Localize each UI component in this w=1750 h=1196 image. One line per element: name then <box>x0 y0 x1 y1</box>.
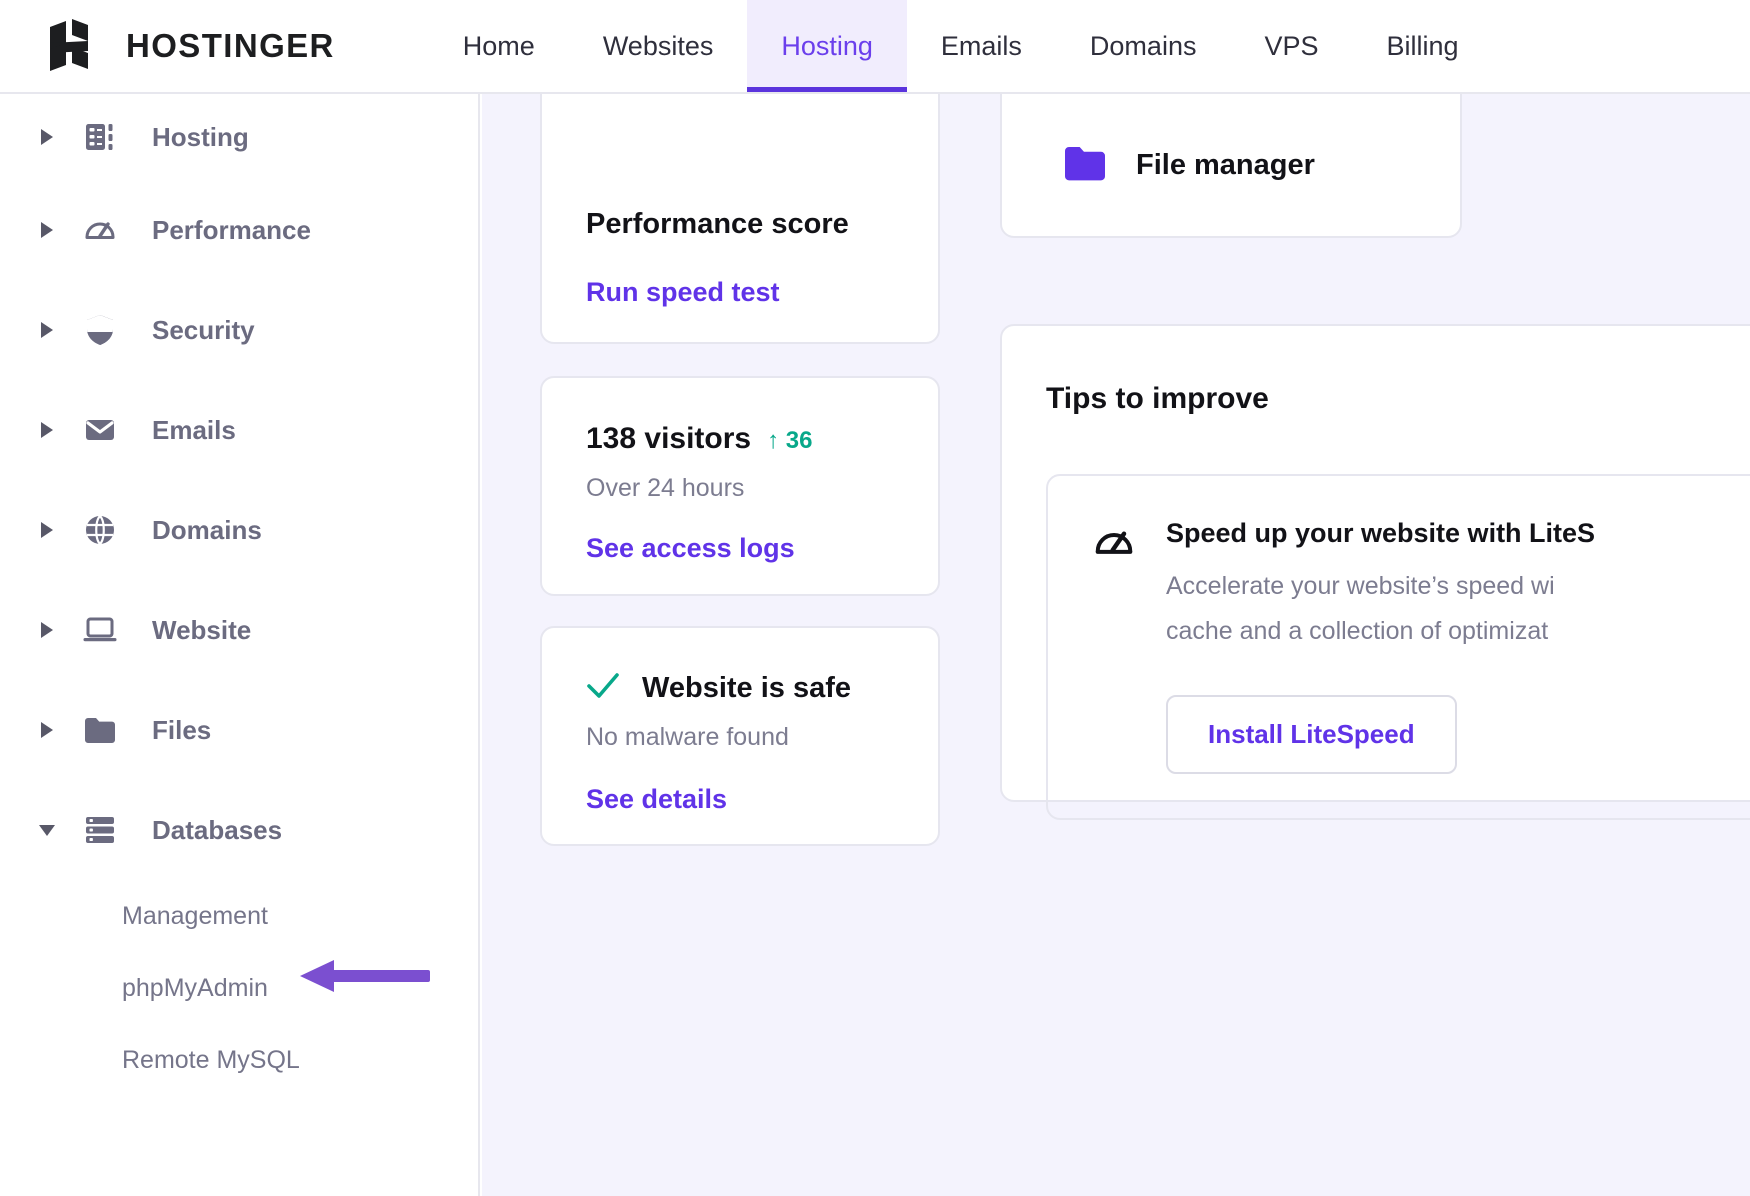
visitors-headline: 138 visitors ↑ 36 <box>586 422 894 456</box>
hostinger-hpanel-screen: HOSTINGER Home Websites Hosting Emails D… <box>0 0 1750 1196</box>
chevron-right-icon[interactable] <box>36 521 58 539</box>
sidebar-item-security[interactable]: Security <box>0 280 478 380</box>
run-speed-test-link[interactable]: Run speed test <box>586 277 894 308</box>
chevron-right-icon[interactable] <box>36 421 58 439</box>
website-safety-card: Website is safe No malware found See det… <box>540 626 940 846</box>
nav-item-hosting[interactable]: Hosting <box>747 0 907 92</box>
sidebar-item-performance[interactable]: Performance <box>0 180 478 280</box>
main-content: Performance score Run speed test 138 vis… <box>482 94 1750 1196</box>
sidebar: Hosting Performance <box>0 94 480 1196</box>
nav-item-websites[interactable]: Websites <box>569 0 748 92</box>
tip-body-line-1: Accelerate your website’s speed wi <box>1166 565 1595 608</box>
sidebar-item-files[interactable]: Files <box>0 680 478 780</box>
tip-text-block: Speed up your website with LiteS Acceler… <box>1166 518 1595 774</box>
sidebar-item-label-security: Security <box>152 315 255 346</box>
brand-logo[interactable]: HOSTINGER <box>0 0 363 92</box>
database-stack-icon <box>80 810 120 850</box>
sidebar-subitem-label-phpmyadmin: phpMyAdmin <box>122 974 268 1003</box>
sidebar-item-databases[interactable]: Databases <box>0 780 478 880</box>
see-details-link[interactable]: See details <box>586 784 894 815</box>
tips-to-improve-title: Tips to improve <box>1046 382 1750 416</box>
sidebar-subitem-phpmyadmin[interactable]: phpMyAdmin <box>0 952 478 1024</box>
sidebar-item-hosting[interactable]: Hosting <box>0 94 478 180</box>
performance-score-title: Performance score <box>586 208 894 241</box>
tip-item-litespeed: Speed up your website with LiteS Acceler… <box>1046 474 1750 820</box>
tip-body-line-2: cache and a collection of optimizat <box>1166 610 1595 653</box>
sidebar-item-emails[interactable]: Emails <box>0 380 478 480</box>
nav-item-vps[interactable]: VPS <box>1230 0 1352 92</box>
tip-header: Speed up your website with LiteS Acceler… <box>1092 518 1750 774</box>
chevron-right-icon[interactable] <box>36 721 58 739</box>
file-manager-row: File manager <box>1062 143 1315 188</box>
visitors-card: 138 visitors ↑ 36 Over 24 hours See acce… <box>540 376 940 596</box>
sidebar-item-label-databases: Databases <box>152 815 282 846</box>
see-access-logs-link[interactable]: See access logs <box>586 533 894 564</box>
file-manager-title: File manager <box>1136 149 1315 182</box>
website-safety-title: Website is safe <box>642 672 851 705</box>
nav-item-domains[interactable]: Domains <box>1056 0 1231 92</box>
tips-to-improve-card: Tips to improve Speed up your website wi… <box>1000 324 1750 802</box>
sidebar-subitem-label-remote-mysql: Remote MySQL <box>122 1046 300 1075</box>
folder-icon <box>80 710 120 750</box>
visitors-delta-badge: ↑ 36 <box>767 427 812 455</box>
sidebar-item-website[interactable]: Website <box>0 580 478 680</box>
sidebar-subitem-label-management: Management <box>122 902 268 931</box>
chevron-right-icon[interactable] <box>36 321 58 339</box>
chevron-right-icon[interactable] <box>36 621 58 639</box>
chevron-down-icon[interactable] <box>36 822 58 838</box>
sidebar-item-label-files: Files <box>152 715 211 746</box>
website-safety-headline: Website is safe <box>586 672 894 705</box>
chevron-right-icon[interactable] <box>36 128 58 146</box>
visitors-count: 138 visitors <box>586 422 751 456</box>
tip-title: Speed up your website with LiteS <box>1166 518 1595 549</box>
nav-item-list: Home Websites Hosting Emails Domains VPS… <box>429 0 1493 92</box>
install-litespeed-button[interactable]: Install LiteSpeed <box>1166 695 1457 774</box>
globe-icon <box>80 510 120 550</box>
chevron-right-icon[interactable] <box>36 221 58 239</box>
performance-score-card: Performance score Run speed test <box>540 94 940 344</box>
laptop-icon <box>80 610 120 650</box>
website-safety-subtitle: No malware found <box>586 723 894 752</box>
sidebar-item-label-emails: Emails <box>152 415 236 446</box>
sidebar-item-label-website: Website <box>152 615 251 646</box>
top-navigation-bar: HOSTINGER Home Websites Hosting Emails D… <box>0 0 1750 94</box>
sidebar-item-label-hosting: Hosting <box>152 122 249 153</box>
nav-item-home[interactable]: Home <box>429 0 569 92</box>
purple-folder-icon <box>1062 143 1108 188</box>
check-icon <box>586 672 620 705</box>
nav-item-billing[interactable]: Billing <box>1353 0 1493 92</box>
server-list-icon <box>80 117 120 157</box>
speedometer-icon <box>1092 520 1136 565</box>
file-manager-card[interactable]: File manager <box>1000 94 1462 238</box>
visitors-period: Over 24 hours <box>586 474 894 503</box>
sidebar-item-label-domains: Domains <box>152 515 262 546</box>
hostinger-h-logo-icon <box>48 17 104 75</box>
sidebar-item-domains[interactable]: Domains <box>0 480 478 580</box>
envelope-icon <box>80 410 120 450</box>
shield-icon <box>80 310 120 350</box>
sidebar-subitem-remote-mysql[interactable]: Remote MySQL <box>0 1024 478 1096</box>
sidebar-item-label-performance: Performance <box>152 215 311 246</box>
brand-name: HOSTINGER <box>126 27 335 65</box>
speedometer-icon <box>80 210 120 250</box>
nav-item-emails[interactable]: Emails <box>907 0 1056 92</box>
sidebar-subitem-management[interactable]: Management <box>0 880 478 952</box>
